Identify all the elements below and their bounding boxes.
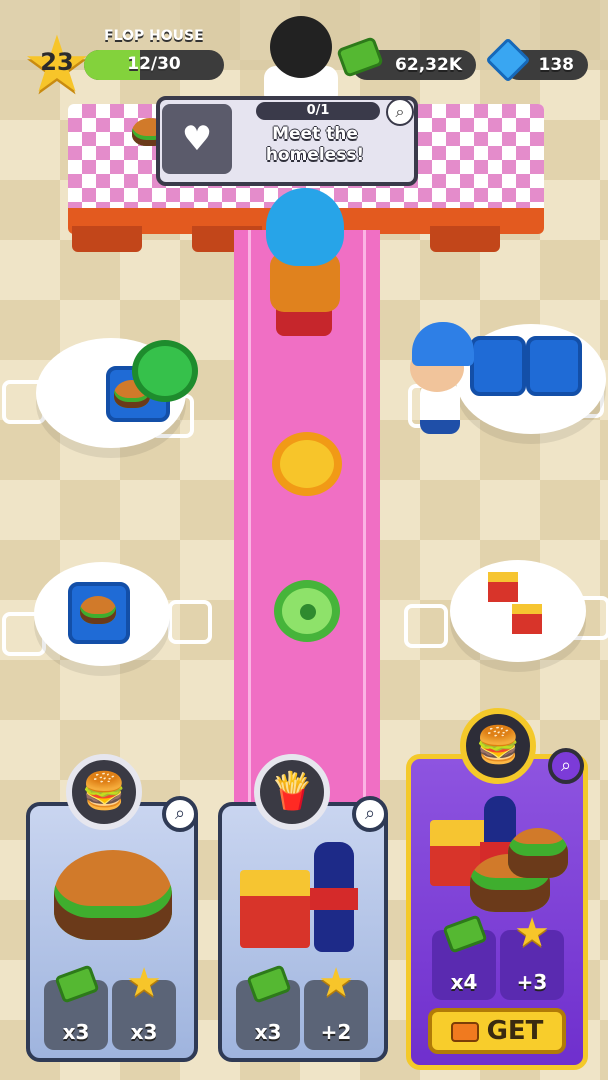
burger-image (54, 850, 172, 940)
get-button[interactable]: GET (428, 1008, 566, 1054)
cola-image (310, 842, 358, 952)
tray-burger (80, 596, 116, 624)
offer-stat-star: ★ +3 (500, 910, 564, 1000)
fries-image (240, 870, 310, 948)
offer-stat-value: x3 (130, 1020, 158, 1044)
offer-stat-cash: x4 (432, 914, 496, 1000)
player-character[interactable] (266, 188, 344, 266)
task-title: Meet the homeless! (265, 124, 365, 165)
offer-stat-value: +3 (516, 970, 548, 994)
cook-character (270, 16, 332, 78)
customer-blue-cap[interactable] (412, 322, 474, 366)
tray-fries (512, 604, 542, 634)
chair (168, 600, 212, 644)
star-icon: ★ (318, 960, 354, 1006)
counter-leg (72, 226, 142, 252)
task-progress-bar: 0/1 (256, 102, 380, 120)
gem-amount: 138 (538, 55, 575, 75)
offer-stat-value: x4 (450, 970, 478, 994)
heart-hand-icon: ♥ (162, 104, 232, 174)
offer-stat-cash: x3 (44, 964, 108, 1050)
offer-search-icon[interactable]: ⌕ (352, 796, 388, 832)
fries-icon: 🍟 (254, 754, 330, 830)
offer-stat-value: x3 (254, 1020, 282, 1044)
tray (470, 336, 526, 396)
cash-amount: 62,32K (395, 55, 462, 75)
burger-icon: 🍔 (66, 754, 142, 830)
task-progress-text: 0/1 (306, 103, 330, 118)
offer-stat-star: ★ x3 (112, 960, 176, 1050)
get-button-label: GET (486, 1016, 544, 1046)
offer-stat-cash: x3 (236, 964, 300, 1050)
burger-image (508, 828, 568, 878)
video-icon (450, 1021, 479, 1042)
offer-stat-value: +2 (320, 1020, 352, 1044)
star-icon: ★ (514, 910, 550, 956)
offer-stat-value: x3 (62, 1020, 90, 1044)
waypoint-yellow[interactable] (272, 432, 342, 496)
customer-green-hair[interactable] (132, 340, 198, 402)
tray (526, 336, 582, 396)
xp-progress-text: 12/30 (127, 54, 181, 74)
tray-fries (488, 572, 518, 602)
counter-leg (430, 226, 500, 252)
chair (404, 604, 448, 648)
star-icon: ★ (126, 960, 162, 1006)
combo-meal-icon: 🍔 (460, 708, 536, 784)
task-search-icon[interactable]: ⌕ (386, 98, 414, 126)
restaurant-name: FLOP HOUSE (104, 28, 204, 44)
offer-search-icon[interactable]: ⌕ (162, 796, 198, 832)
offer-stat-star: ★ +2 (304, 960, 368, 1050)
xp-progress-bar: 12/30 (84, 50, 224, 80)
waypoint-green[interactable] (274, 580, 340, 642)
offer-search-icon[interactable]: ⌕ (548, 748, 584, 784)
